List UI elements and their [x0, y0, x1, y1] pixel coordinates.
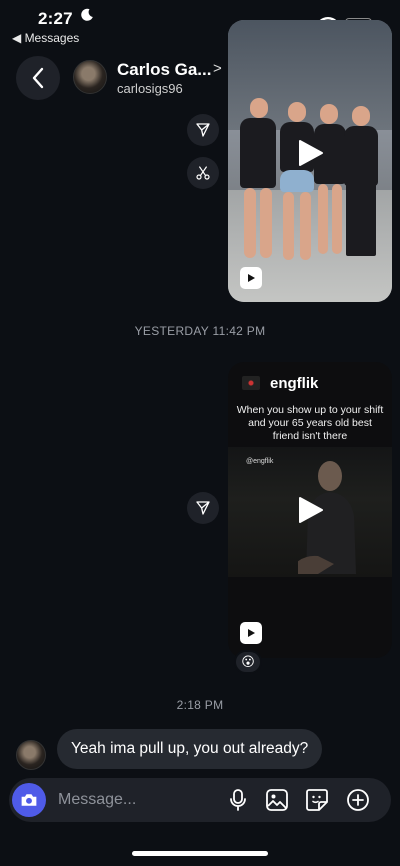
- chevron-right-icon[interactable]: >: [213, 60, 222, 77]
- moon-icon: [80, 8, 94, 26]
- image-icon: [266, 789, 288, 811]
- share-reel-button[interactable]: [187, 114, 219, 146]
- microphone-icon: [230, 789, 246, 811]
- timestamp-divider: YESTERDAY 11:42 PM: [134, 324, 266, 338]
- shared-reel-thumbnail[interactable]: [228, 20, 392, 302]
- gallery-button[interactable]: [265, 788, 289, 812]
- send-icon: [196, 501, 210, 515]
- play-icon[interactable]: [290, 133, 330, 173]
- home-indicator[interactable]: [132, 851, 268, 856]
- reaction-emoji[interactable]: 😮: [234, 650, 262, 674]
- send-icon: [196, 123, 210, 137]
- microphone-button[interactable]: [226, 788, 250, 812]
- camera-icon: [21, 794, 37, 806]
- reel-account-name: engflik: [270, 375, 319, 392]
- account-logo: [242, 376, 260, 390]
- reel-watermark: @engflik: [246, 458, 274, 465]
- remix-reel-button[interactable]: [187, 157, 219, 189]
- plus-circle-icon: [347, 789, 369, 811]
- back-button[interactable]: [16, 56, 60, 100]
- shared-reel-engflik[interactable]: engflik When you show up to your shift a…: [228, 362, 392, 658]
- share-reel-button[interactable]: [187, 492, 219, 524]
- message-composer: Message...: [9, 778, 391, 822]
- sticker-icon: [306, 789, 328, 811]
- back-to-messages-link[interactable]: ◀ Messages: [12, 31, 79, 45]
- sender-avatar[interactable]: [16, 740, 46, 770]
- status-time: 2:27: [38, 9, 73, 28]
- reel-icon: [240, 622, 262, 644]
- incoming-message-bubble[interactable]: Yeah ima pull up, you out already?: [57, 729, 323, 769]
- contact-name[interactable]: Carlos Ga...: [117, 60, 211, 80]
- contact-username[interactable]: carlosigs96: [117, 81, 183, 96]
- contact-avatar[interactable]: [73, 60, 107, 94]
- play-icon[interactable]: [290, 490, 330, 530]
- camera-button[interactable]: [12, 783, 46, 817]
- reel-caption: When you show up to your shift and your …: [236, 404, 384, 442]
- message-input[interactable]: Message...: [58, 791, 136, 809]
- timestamp-divider: 2:18 PM: [176, 698, 224, 712]
- sticker-button[interactable]: [305, 788, 329, 812]
- chevron-left-icon: [32, 67, 44, 89]
- scissors-icon: [196, 166, 210, 180]
- more-options-button[interactable]: [346, 788, 370, 812]
- reel-icon: [240, 267, 262, 289]
